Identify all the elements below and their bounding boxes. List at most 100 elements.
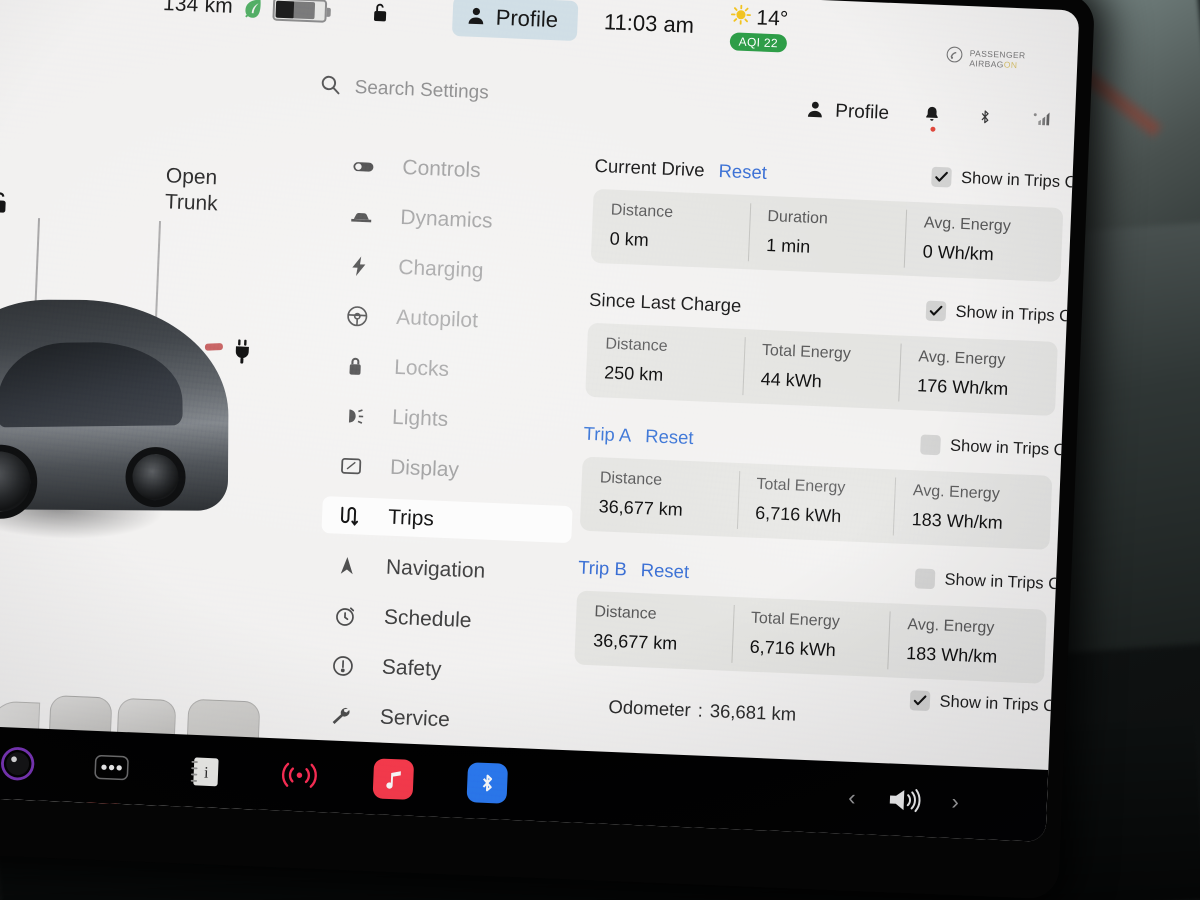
tesla-screen-bezel: 134 km Profile 11:03 am 14° AQI 22 PASSE… [0,0,1096,900]
sidebar-item-autopilot[interactable]: Autopilot [330,296,581,343]
range-indicator[interactable]: 134 km [162,0,328,23]
sidebar-label: Controls [401,155,482,182]
section-title[interactable]: Trip B [578,557,627,581]
person-icon [466,6,487,29]
metric-label: Avg. Energy [907,616,995,637]
sidebar-item-lights[interactable]: Lights [325,396,576,443]
section-since-last-charge: Since Last Charge Show in Trips Card Dis… [585,287,1079,416]
sidebar-item-navigation[interactable]: Navigation [319,546,570,593]
unlock-icon[interactable] [368,0,391,25]
bolt-icon [346,252,373,279]
status-clock[interactable]: 11:03 am [603,9,695,39]
notes-icon[interactable]: i [185,751,227,793]
metric-label: Avg. Energy [923,214,1012,235]
sidebar-item-dynamics[interactable]: Dynamics [334,196,585,243]
metric-distance: Distance 250 km [585,323,745,403]
steering-icon [344,302,371,329]
settings-header-icons: Profile [806,100,1052,132]
search-icon [319,74,341,101]
header-profile-button[interactable]: Profile [806,100,889,125]
camera-icon[interactable] [0,743,38,785]
status-profile-label: Profile [495,4,559,33]
checkbox-checked[interactable] [930,166,952,188]
music-icon[interactable] [372,758,415,800]
metric-label: Total Energy [750,609,841,631]
search-input-placeholder[interactable]: Search Settings [354,77,489,104]
sidebar-item-service[interactable]: Service [313,696,564,743]
more-dots-icon[interactable] [91,747,133,789]
sun-icon [730,4,751,30]
section-title: Current Drive [594,154,706,181]
metric-avg-energy: Avg. Energy 176 Wh/km [898,335,1058,416]
section-title: Since Last Charge [588,288,742,316]
bell-icon[interactable] [923,104,944,132]
car-side-icon [348,202,375,229]
metric-value: 176 Wh/km [916,375,1009,400]
metrics-row: Distance 250 km Total Energy 44 kWh Avg.… [585,322,1058,416]
wrench-icon [327,702,354,729]
metrics-row: Distance 0 km Duration 1 min Avg. Energy… [590,188,1064,283]
metrics-row: Distance 36,677 km Total Energy 6,716 kW… [574,590,1047,684]
metrics-row: Distance 36,677 km Total Energy 6,716 kW… [579,456,1053,550]
sidebar-item-trips[interactable]: Trips [321,495,573,544]
chevron-right-icon[interactable]: › [951,789,959,815]
sidebar-item-locks[interactable]: Locks [328,346,579,393]
reset-button[interactable]: Reset [640,559,689,583]
section-title[interactable]: Trip A [583,423,631,447]
sidebar-item-charging[interactable]: Charging [332,246,583,293]
checkbox-checked[interactable] [925,300,947,322]
reset-button[interactable]: Reset [718,160,767,184]
person-icon [806,100,827,123]
sidebar-item-safety[interactable]: Safety [315,646,566,693]
unlock-icon[interactable] [0,188,13,217]
sidebar-item-display[interactable]: Display [323,446,574,493]
checkbox-checked[interactable] [909,690,931,712]
tesla-touchscreen[interactable]: 134 km Profile 11:03 am 14° AQI 22 PASSE… [0,0,1080,842]
trips-content: Current Drive Reset Show in Trips Card D… [571,153,1079,760]
airbag-state: ON [1003,59,1018,70]
sidebar-item-controls[interactable]: Controls [336,146,587,193]
chevron-left-icon[interactable]: ‹ [848,785,856,811]
metric-value: 183 Wh/km [905,643,998,667]
metric-label: Distance [599,469,663,489]
photo-environment: 134 km Profile 11:03 am 14° AQI 22 PASSE… [0,0,1200,900]
checkbox-unchecked[interactable] [919,434,941,456]
metric-avg-energy: Avg. Energy 183 Wh/km [887,603,1047,684]
passenger-airbag-indicator: PASSENGER AIRBAGON [945,45,1026,71]
clock-icon [331,602,358,629]
navigation-icon [334,552,361,579]
alert-icon [329,652,356,679]
wifi-icon[interactable] [279,754,321,796]
toggle-icon [350,152,377,179]
checkbox-unchecked[interactable] [914,568,936,590]
metric-label: Avg. Energy [912,482,1001,503]
metric-distance: Distance 36,677 km [574,591,734,671]
weather-widget[interactable]: 14° AQI 22 [729,4,789,53]
sidebar-label: Autopilot [395,305,479,332]
open-trunk-label[interactable]: Open Trunk [164,163,219,217]
section-trip-a: Trip A Reset Show in Trips Card Distance… [579,421,1079,550]
metric-value: 0 Wh/km [922,241,995,265]
speaker-icon[interactable] [883,779,925,821]
metric-label: Distance [605,335,668,355]
metric-label: Distance [594,603,657,623]
leaf-icon [242,0,265,19]
section-current-drive: Current Drive Reset Show in Trips Card D… [590,153,1079,283]
bluetooth-icon[interactable] [466,762,509,804]
sidebar-label: Locks [393,355,450,381]
reset-button[interactable]: Reset [645,425,694,449]
bluetooth-icon[interactable] [977,107,998,130]
temperature-value: 14° [755,5,789,31]
search-settings-bar[interactable]: Search Settings [319,74,489,107]
sidebar-label: Display [389,455,460,482]
odometer-value: 36,681 km [709,700,797,725]
metric-distance: Distance 36,677 km [580,457,740,537]
status-profile-button[interactable]: Profile [451,0,579,42]
metric-value: 250 km [603,362,664,385]
sidebar-item-schedule[interactable]: Schedule [317,596,568,643]
cellular-signal-icon[interactable] [1030,109,1051,132]
airbag-icon [945,45,964,69]
car-taillight [204,342,224,351]
metric-total-energy: Total Energy 6,716 kWh [736,463,896,543]
sidebar-label: Navigation [385,555,486,583]
